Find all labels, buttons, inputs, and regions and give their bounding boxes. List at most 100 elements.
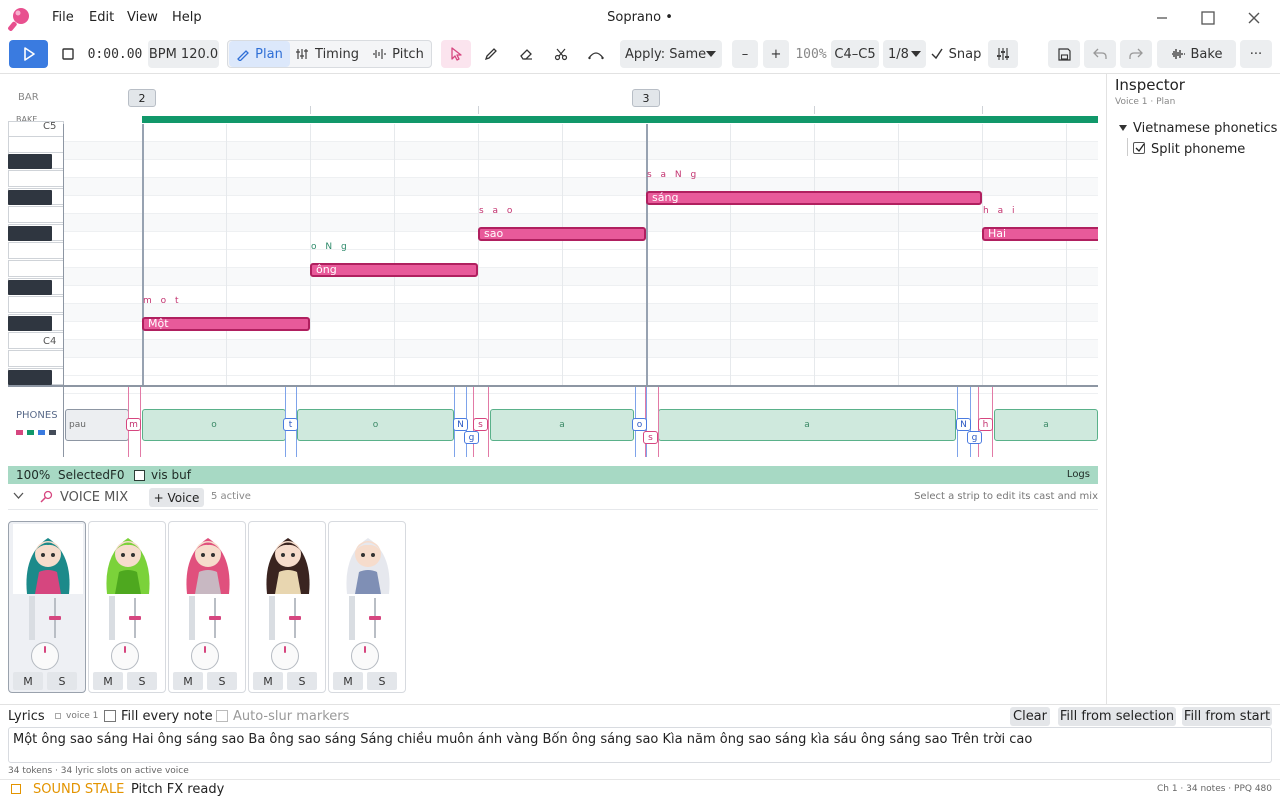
voice-strip[interactable]: MS [248,521,326,693]
volume-fader-handle[interactable] [209,616,221,620]
add-voice-button[interactable]: + Voice [149,488,204,507]
phone-vowel[interactable]: a [658,409,956,441]
voice-strip[interactable]: MS [8,521,86,693]
stop-button[interactable] [56,40,80,68]
piano-key-white[interactable] [8,350,64,367]
tab-plan[interactable]: Plan [229,41,290,67]
fill-every-note-checkbox[interactable] [104,710,116,722]
split-phoneme-checkbox[interactable] [1133,142,1145,154]
division-dropdown[interactable]: 1/8 [883,40,926,68]
piano-key-black[interactable] [8,154,52,169]
fill-from-start-button[interactable]: Fill from start [1182,707,1272,726]
solo-button[interactable]: S [207,672,237,690]
menu-help[interactable]: Help [172,10,202,25]
piano-key-black[interactable] [8,280,52,295]
phone-consonant[interactable]: t [283,418,298,431]
voice-strip[interactable]: MS [88,521,166,693]
piano-key-white[interactable] [8,170,64,187]
phone-consonant[interactable]: h [978,418,993,431]
pencil-tool-button[interactable] [476,40,506,68]
phone-vowel[interactable]: a [994,409,1098,441]
auto-slur-checkbox[interactable] [216,710,228,722]
bar-marker-2[interactable]: 2 [128,89,156,107]
zoom-in-button[interactable]: + [763,40,789,68]
menu-view[interactable]: View [127,10,158,25]
zoom-out-button[interactable]: – [732,40,758,68]
apply-dropdown[interactable]: Apply: Same [620,40,722,68]
note-grid[interactable] [8,124,1098,394]
phone-consonant[interactable]: s [643,431,658,444]
bpm-field[interactable]: BPM 120.0 [148,40,219,68]
piano-key-black[interactable] [8,370,52,385]
note[interactable]: Hai [982,227,1098,241]
split-tool-button[interactable] [546,40,576,68]
piano-key-black[interactable] [8,226,52,241]
piano-key-white[interactable] [8,242,64,259]
minimize-button[interactable] [1147,6,1177,30]
phone-boundary-pink[interactable] [658,387,659,457]
piano-key-white[interactable] [8,296,64,313]
phone-boundary-pink[interactable] [488,387,489,457]
piano-key-black[interactable] [8,190,52,205]
logs-button[interactable]: Logs [1067,469,1090,480]
solo-button[interactable]: S [367,672,397,690]
fill-from-selection-button[interactable]: Fill from selection [1058,707,1176,726]
mute-button[interactable]: M [13,672,43,690]
note[interactable]: sao [478,227,646,241]
phone-consonant[interactable]: N [956,418,971,431]
phone-vowel[interactable]: a [490,409,634,441]
phone-vowel[interactable]: o [142,409,286,441]
pan-knob[interactable] [31,642,59,670]
mute-button[interactable]: M [333,672,363,690]
solo-button[interactable]: S [127,672,157,690]
maximize-button[interactable] [1193,6,1223,30]
chevron-down-icon[interactable] [13,492,24,500]
phone-consonant[interactable]: g [464,431,479,444]
menu-edit[interactable]: Edit [89,10,114,25]
vis-buf-checkbox[interactable] [134,470,145,481]
mute-button[interactable]: M [173,672,203,690]
bar-marker-3[interactable]: 3 [632,89,660,107]
volume-fader-handle[interactable] [129,616,141,620]
eraser-tool-button[interactable] [511,40,541,68]
phone-consonant[interactable]: N [453,418,468,431]
phone-vowel[interactable]: o [297,409,454,441]
more-options-button[interactable]: ··· [1240,40,1272,68]
menu-file[interactable]: File [52,10,74,25]
note[interactable]: ông [310,263,478,277]
curve-tool-button[interactable] [581,40,611,68]
bake-button[interactable]: Bake [1157,40,1236,68]
select-tool-button[interactable] [441,40,471,68]
mute-button[interactable]: M [253,672,283,690]
undo-button[interactable] [1084,40,1116,68]
redo-button[interactable] [1120,40,1152,68]
volume-fader-handle[interactable] [369,616,381,620]
piano-key-black[interactable] [8,316,52,331]
clear-button[interactable]: Clear [1010,707,1050,726]
phone-pau[interactable]: pau [65,409,129,441]
mute-button[interactable]: M [93,672,123,690]
tab-pitch[interactable]: Pitch [366,41,430,67]
voice-strip[interactable]: MS [328,521,406,693]
range-field[interactable]: C4–C5 [831,40,879,68]
voice-strip[interactable]: MS [168,521,246,693]
lyrics-textarea[interactable]: Một ông sao sáng Hai ông sáng sao Ba ông… [8,727,1272,763]
pan-knob[interactable] [191,642,219,670]
pan-knob[interactable] [351,642,379,670]
phone-consonant[interactable]: m [126,418,141,431]
play-button[interactable] [9,40,48,68]
piano-key-white[interactable] [8,136,64,153]
volume-fader-handle[interactable] [289,616,301,620]
volume-fader-handle[interactable] [49,616,61,620]
phone-consonant[interactable]: s [473,418,488,431]
mixer-settings-button[interactable] [988,40,1018,68]
triangle-down-icon[interactable] [1119,124,1127,132]
note[interactable]: sáng [646,191,982,205]
piano-key-white[interactable] [8,260,64,277]
tab-timing[interactable]: Timing [292,41,362,67]
pan-knob[interactable] [271,642,299,670]
section-vietnamese-phonetics[interactable]: Vietnamese phonetics [1133,121,1277,136]
solo-button[interactable]: S [287,672,317,690]
piano-key-white[interactable] [8,206,64,223]
note[interactable]: Một [142,317,310,331]
